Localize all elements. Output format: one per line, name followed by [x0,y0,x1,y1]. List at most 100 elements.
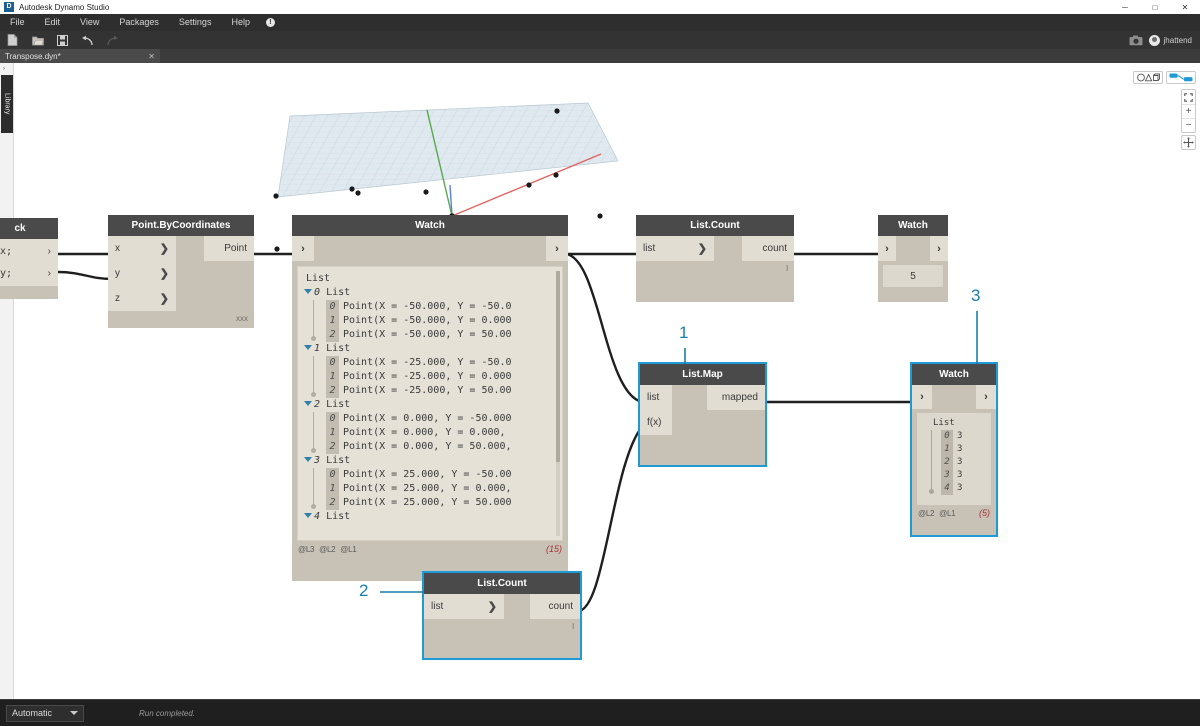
new-file-button[interactable] [0,31,25,49]
watch-content-panel[interactable]: List 03 13 23 [917,413,991,505]
annotation-1: 1 [679,323,688,343]
run-mode-select[interactable]: Automatic [6,705,84,722]
pan-button[interactable] [1181,135,1196,150]
menu-settings[interactable]: Settings [169,14,222,31]
run-mode-label: Automatic [12,708,52,718]
item-value: 3 [957,444,962,454]
node-code-block[interactable]: ck #Nx; › #Ny; › [0,218,58,299]
node-list-map[interactable]: List.Map list mapped f(x) [640,364,765,465]
input-port-label: › [301,243,305,255]
node-watch-count[interactable]: Watch › › 5 [878,215,948,302]
list-group[interactable]: 1 List 0Point(X = -25.000, Y = -50.0 1Po… [304,342,562,398]
chevron-down-icon[interactable] [70,711,78,715]
chevron-icon[interactable]: › [48,246,51,257]
chevron-icon[interactable]: ❯ [160,267,169,280]
list-group[interactable]: 3 List 0Point(X = 25.000, Y = -50.00 1Po… [304,454,562,510]
list-group[interactable]: 2 List 0Point(X = 0.000, Y = -50.000 1Po… [304,398,562,454]
info-icon[interactable]: ! [266,18,275,27]
group-index-label: 4 [314,511,320,522]
item-value: Point(X = -25.000, Y = 50.00 [343,385,512,396]
menu-edit[interactable]: Edit [35,14,71,31]
chevron-icon[interactable]: ❯ [160,242,169,255]
collapse-caret-icon[interactable] [304,289,312,294]
menu-file[interactable]: File [0,14,35,31]
node-watch-mapped[interactable]: Watch › › List 0 [912,364,996,535]
list-group[interactable]: 4 List [304,510,562,524]
redo-button[interactable] [100,31,125,49]
output-port-label: › [937,243,941,255]
node-title: Watch [878,215,948,236]
chevron-icon[interactable]: ❯ [160,292,169,305]
lacing-tag-l2[interactable]: @L2 [918,509,934,518]
maximize-button[interactable]: □ [1140,0,1170,14]
close-button[interactable]: ✕ [1170,0,1200,14]
collapse-caret-icon[interactable] [304,513,312,518]
undo-button[interactable] [75,31,100,49]
minimize-button[interactable]: ─ [1110,0,1140,14]
menu-view[interactable]: View [70,14,109,31]
node-point-by-coordinates[interactable]: Point.ByCoordinates x ❯ Point y ❯ [108,215,254,328]
list-item: 2Point(X = -50.000, Y = 50.00 [314,328,562,342]
close-icon[interactable]: ✕ [148,52,155,61]
lacing-indicator[interactable]: xxx [236,314,248,323]
graph-canvas[interactable]: › Library [0,63,1200,699]
group-index-label: 0 [314,287,320,298]
save-icon [57,35,68,46]
list-item: 2Point(X = 25.000, Y = 50.000 [314,496,562,510]
annotation-3: 3 [971,286,980,306]
item-count-badge: (5) [979,508,990,518]
collapse-caret-icon[interactable] [304,457,312,462]
menu-help[interactable]: Help [221,14,260,31]
expand-library-icon[interactable]: › [3,66,5,72]
geometry-view-toggle[interactable] [1133,71,1163,84]
zoom-in-button[interactable]: + [1182,104,1195,118]
lacing-tag-l2[interactable]: @L2 [319,545,335,554]
chevron-icon[interactable]: ❯ [488,600,497,613]
list-root-label: List [304,272,562,286]
collapse-caret-icon[interactable] [304,345,312,350]
menu-packages[interactable]: Packages [109,14,169,31]
lacing-tag-l1[interactable]: @L1 [340,545,356,554]
graph-view-toggle[interactable] [1166,71,1196,84]
lacing-indicator[interactable]: l [786,264,788,273]
lacing-tag-l3[interactable]: @L3 [298,545,314,554]
3d-preview-icon [1136,73,1160,82]
annotation-2: 2 [359,581,368,601]
collapse-caret-icon[interactable] [304,401,312,406]
zoom-to-fit-button[interactable] [1182,90,1195,104]
list-item: 0Point(X = 25.000, Y = -50.00 [314,468,562,482]
node-title: Point.ByCoordinates [108,215,254,236]
list-group[interactable]: 0 List 0Point(X = -50.000, Y = -50.0 1Po… [304,286,562,342]
app-title: Autodesk Dynamo Studio [19,3,109,12]
screenshot-button[interactable] [1124,31,1149,49]
avatar[interactable] [1149,35,1160,46]
open-file-button[interactable] [25,31,50,49]
input-port-x-label: x [115,243,120,254]
watch-content-panel[interactable]: List 0 List 0Point(X = -50.000, Y = -50.… [297,266,563,541]
save-file-button[interactable] [50,31,75,49]
group-type-label: List [326,399,350,410]
toolbar-right-group: jhattend [1124,31,1200,49]
tab-transpose[interactable]: Transpose.dyn* ✕ [0,49,160,63]
library-tab[interactable]: Library [1,75,13,133]
redo-icon [106,35,119,46]
chevron-icon[interactable]: ❯ [698,242,707,255]
node-title: ck [0,218,58,239]
item-index: 0 [941,430,953,443]
input-port-list-label: list [647,392,659,403]
lacing-indicator[interactable]: l [572,622,574,631]
user-name[interactable]: jhattend [1164,36,1192,45]
lacing-tag-l1[interactable]: @L1 [939,509,955,518]
node-watch-main[interactable]: Watch › › List 0 [292,215,568,581]
zoom-out-button[interactable]: − [1182,118,1195,132]
output-port-label: › [555,243,559,255]
watch-scrollbar[interactable] [556,271,560,536]
node-list-count-top[interactable]: List.Count list ❯ count l [636,215,794,302]
undo-icon [81,35,94,46]
node-list-count-bottom[interactable]: List.Count list ❯ count l [424,573,580,658]
item-value: Point(X = -25.000, Y = -50.0 [343,357,512,368]
chevron-icon[interactable]: › [48,268,51,279]
output-port-point-label: Point [224,243,247,254]
input-port-list-label: list [643,243,655,254]
item-index: 2 [326,440,339,454]
